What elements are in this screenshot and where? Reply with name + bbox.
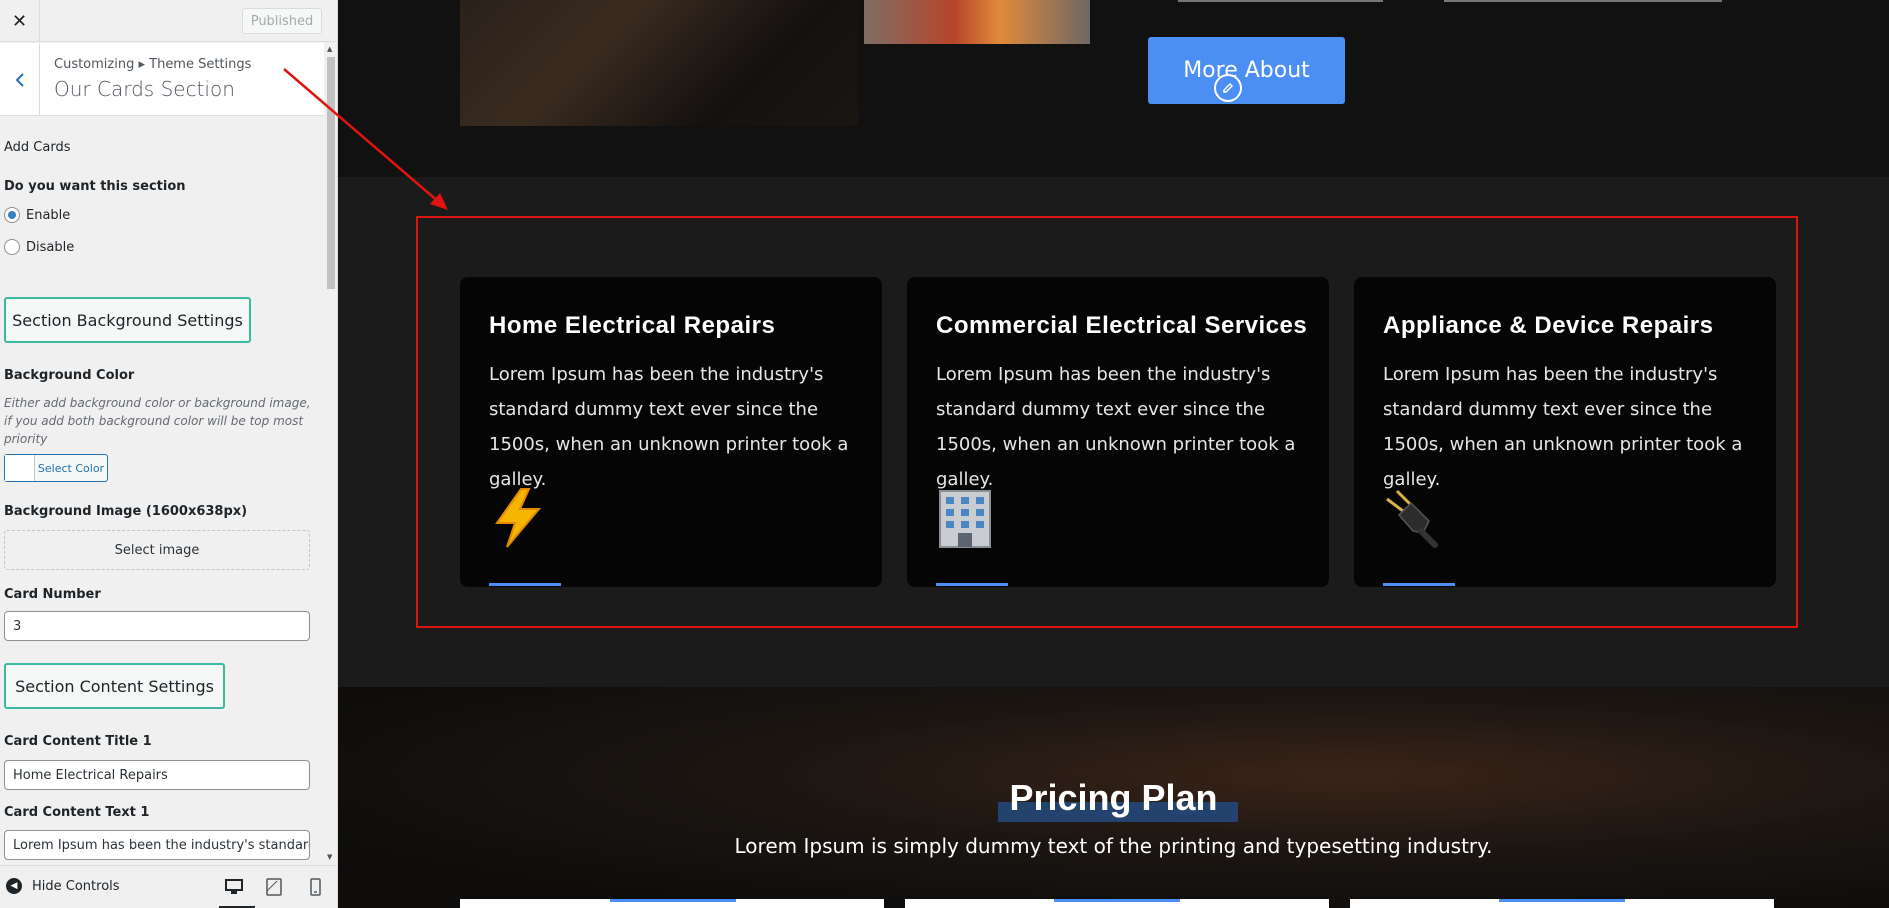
desktop-preview-icon[interactable] — [225, 878, 243, 896]
about-image-tools — [864, 0, 1090, 44]
about-section: More About — [338, 0, 1889, 177]
back-button[interactable] — [0, 43, 40, 116]
lightning-icon — [495, 488, 542, 548]
close-button[interactable]: ✕ — [0, 0, 40, 42]
service-card: Home Electrical Repairs Lorem Ipsum has … — [460, 277, 882, 587]
card-text: Lorem Ipsum has been the industry's stan… — [489, 364, 849, 490]
radio-disable[interactable] — [4, 239, 20, 255]
scroll-thumb[interactable] — [327, 57, 335, 289]
chevron-left-icon — [15, 72, 24, 87]
pricing-section: Pricing Plan Lorem Ipsum is simply dummy… — [338, 687, 1889, 908]
card-title: Appliance & Device Repairs — [1383, 312, 1714, 339]
scroll-down-icon[interactable]: ▼ — [327, 853, 332, 861]
card-accent-bar — [936, 583, 1008, 586]
card-title-1-input[interactable]: Home Electrical Repairs — [4, 760, 310, 790]
scroll-up-icon[interactable]: ▲ — [327, 45, 332, 53]
select-image-button[interactable]: Select image — [4, 530, 310, 570]
enable-question-label: Do you want this section — [4, 179, 186, 194]
about-divider — [1178, 0, 1383, 2]
cards-section: Home Electrical Repairs Lorem Ipsum has … — [338, 177, 1889, 687]
card-number-label: Card Number — [4, 587, 101, 602]
card-accent-bar — [489, 583, 561, 586]
section-background-settings-button[interactable]: Section Background Settings — [4, 297, 251, 343]
pricing-card-accent — [1499, 899, 1625, 902]
hide-controls-button[interactable]: ◀ Hide Controls — [6, 878, 120, 894]
customizer-topbar: ✕ Published — [0, 0, 337, 42]
mobile-preview-icon[interactable] — [306, 878, 324, 896]
published-button[interactable]: Published — [242, 8, 322, 34]
card-number-input[interactable]: 3 — [4, 611, 310, 641]
section-content-settings-button[interactable]: Section Content Settings — [4, 663, 225, 709]
office-building-icon — [939, 490, 991, 548]
pricing-title: Pricing Plan — [1009, 777, 1218, 818]
background-color-description: Either add background color or backgroun… — [4, 396, 311, 446]
color-swatch — [5, 455, 35, 481]
edit-pencil-icon[interactable] — [1214, 74, 1242, 102]
section-title: Our Cards Section — [54, 77, 235, 101]
section-header: Customizing ▸ Theme Settings Our Cards S… — [0, 43, 324, 116]
card-title: Home Electrical Repairs — [489, 312, 776, 339]
radio-enable-label[interactable]: Enable — [26, 208, 70, 223]
more-about-button[interactable]: More About — [1148, 37, 1345, 104]
sidebar-scrollbar[interactable]: ▲ ▼ — [324, 43, 337, 865]
card-text-1-label: Card Content Text 1 — [4, 805, 150, 820]
card-title-1-label: Card Content Title 1 — [4, 734, 152, 749]
radio-disable-label[interactable]: Disable — [26, 240, 74, 255]
about-image-electrician — [460, 0, 858, 126]
background-color-label: Background Color — [4, 368, 135, 383]
card-text: Lorem Ipsum has been the industry's stan… — [936, 364, 1296, 490]
add-cards-label: Add Cards — [4, 140, 71, 155]
about-divider — [1444, 0, 1722, 2]
radio-enable[interactable] — [4, 207, 20, 223]
pricing-subtitle: Lorem Ipsum is simply dummy text of the … — [734, 834, 1493, 858]
card-text: Lorem Ipsum has been the industry's stan… — [1383, 364, 1743, 490]
collapse-icon: ◀ — [6, 878, 22, 894]
pricing-card-accent — [610, 899, 736, 902]
close-icon: ✕ — [11, 10, 28, 32]
hide-controls-label: Hide Controls — [32, 878, 120, 894]
card-accent-bar — [1383, 583, 1455, 586]
background-image-label: Background Image (1600x638px) — [4, 504, 248, 519]
customizer-sidebar: ✕ Published Customizing ▸ Theme Settings… — [0, 0, 338, 908]
site-preview: More About Home Electrical Repairs Lorem… — [338, 0, 1889, 908]
card-text-1-input[interactable]: Lorem Ipsum has been the industry's stan… — [4, 830, 310, 860]
electric-plug-icon — [1386, 489, 1438, 548]
service-card: Appliance & Device Repairs Lorem Ipsum h… — [1354, 277, 1776, 587]
breadcrumb: Customizing ▸ Theme Settings — [54, 57, 252, 72]
customizer-footer: ◀ Hide Controls — [0, 865, 337, 908]
select-color-label: Select Color — [37, 461, 105, 475]
select-color-button[interactable]: Select Color — [4, 454, 108, 482]
card-title: Commercial Electrical Services — [936, 312, 1308, 339]
service-card: Commercial Electrical Services Lorem Ips… — [907, 277, 1329, 587]
pricing-card-accent — [1054, 899, 1180, 902]
tablet-preview-icon[interactable] — [265, 878, 283, 896]
